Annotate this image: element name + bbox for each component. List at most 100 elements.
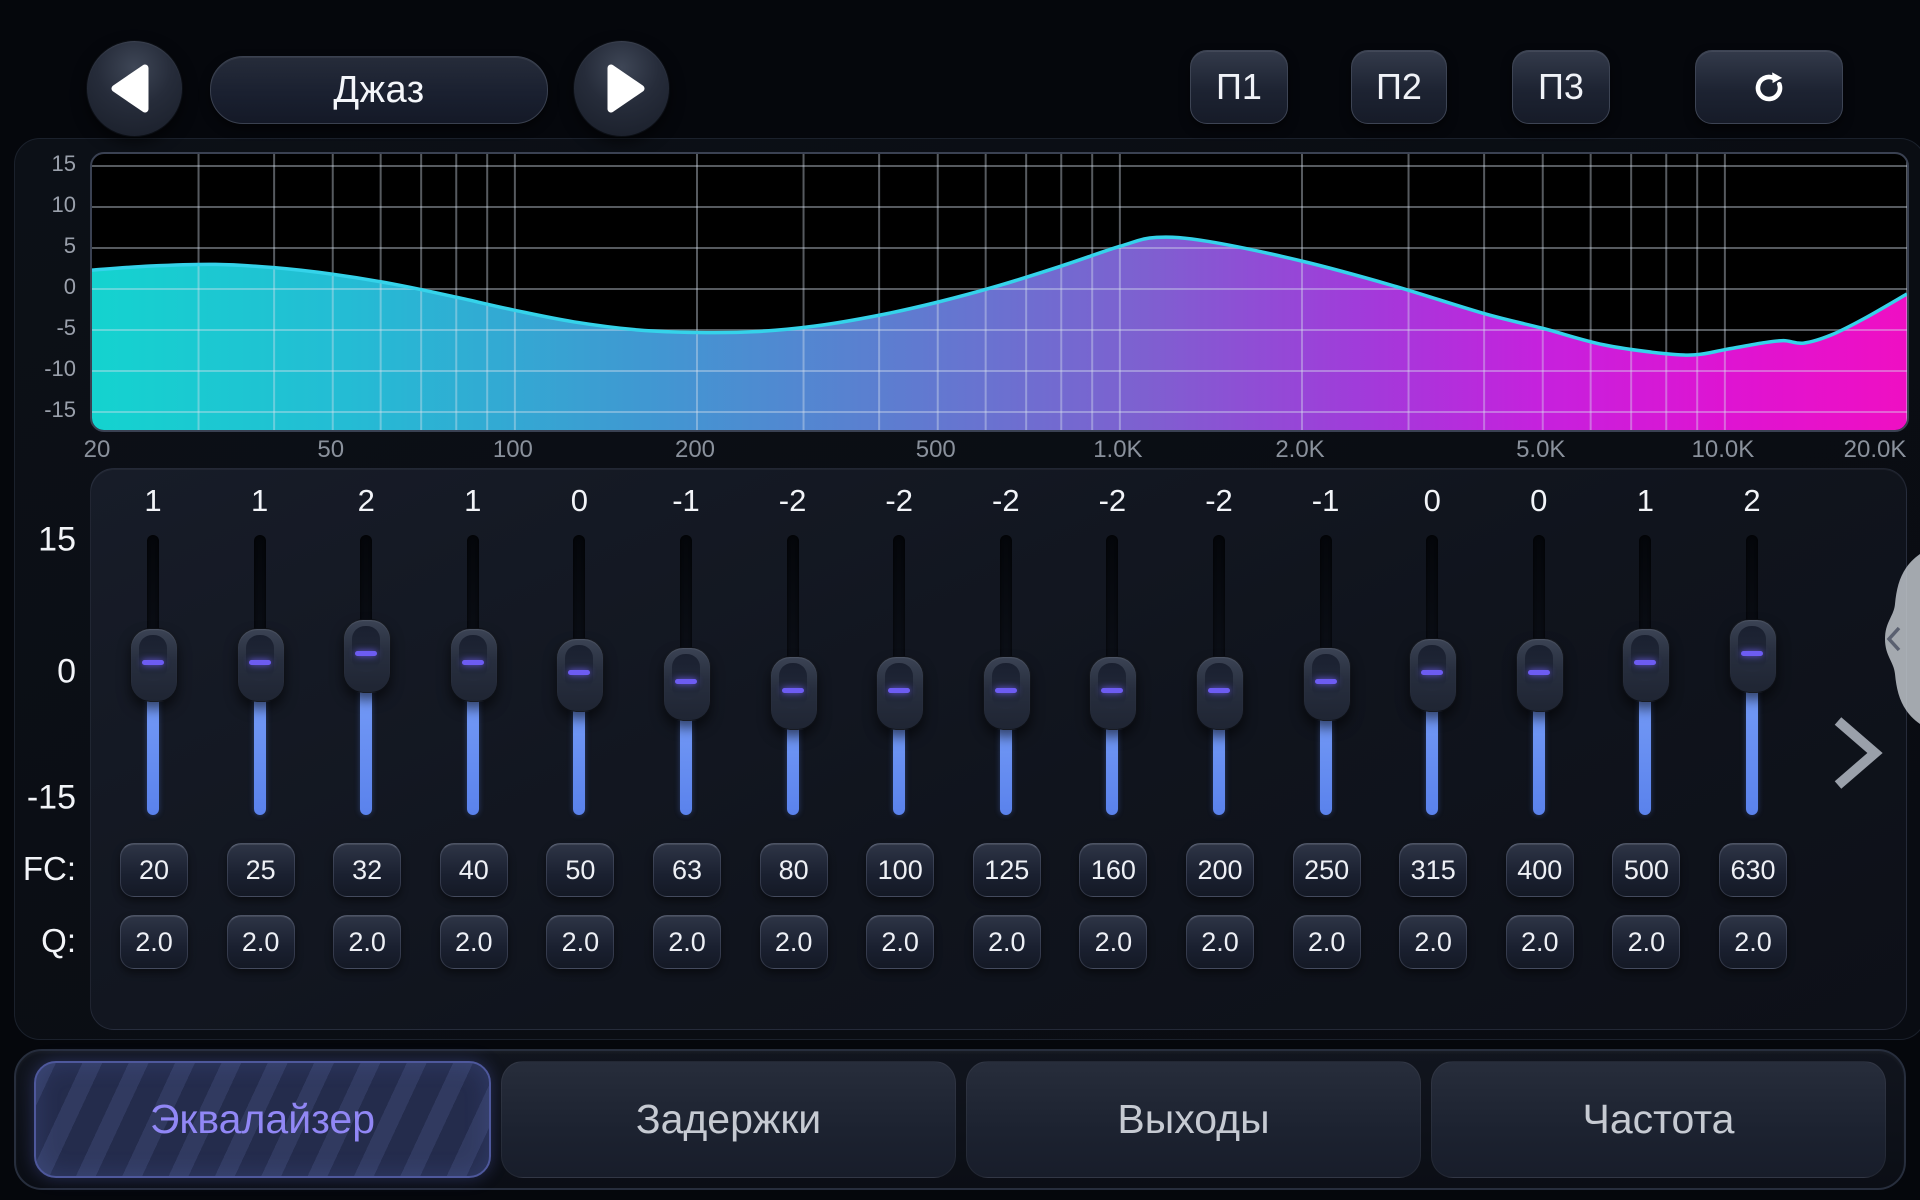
band-q-button[interactable]: 2.0 <box>440 915 508 969</box>
band-column: -2 200 2.0 <box>1186 469 1252 1029</box>
tab-label: Частота <box>1583 1096 1735 1143</box>
band-fc-button[interactable]: 20 <box>120 843 188 897</box>
chevron-right-icon <box>1830 714 1884 792</box>
preset-next-button[interactable] <box>573 40 670 137</box>
band-gain-value: 1 <box>120 483 186 519</box>
slider-thumb[interactable] <box>876 656 924 730</box>
band-gain-slider[interactable] <box>333 529 399 819</box>
band-fc-button[interactable]: 160 <box>1079 843 1147 897</box>
preset-prev-button[interactable] <box>86 40 183 137</box>
x-tick-label: 20.0K <box>1844 436 1907 464</box>
band-fc-button[interactable]: 100 <box>866 843 934 897</box>
band-q-button[interactable]: 2.0 <box>1186 915 1254 969</box>
q-row-label: Q: <box>0 922 76 960</box>
slider-thumb-dash-icon <box>888 688 910 693</box>
band-fc-button[interactable]: 25 <box>227 843 295 897</box>
slider-thumb[interactable] <box>1622 628 1670 702</box>
slider-thumb[interactable] <box>1516 638 1564 712</box>
band-fc-value: 32 <box>352 855 382 886</box>
band-fc-button[interactable]: 32 <box>333 843 401 897</box>
band-q-button[interactable]: 2.0 <box>333 915 401 969</box>
tab-frequency[interactable]: Частота <box>1431 1061 1886 1178</box>
slider-thumb[interactable] <box>1409 638 1457 712</box>
band-fc-button[interactable]: 80 <box>760 843 828 897</box>
slider-thumb[interactable] <box>343 619 391 693</box>
slider-thumb-inset <box>779 663 807 709</box>
band-fc-button[interactable]: 500 <box>1612 843 1680 897</box>
band-gain-slider[interactable] <box>760 529 826 819</box>
preset-name-display[interactable]: Джаз <box>210 56 548 124</box>
band-q-button[interactable]: 2.0 <box>546 915 614 969</box>
band-gain-slider[interactable] <box>1293 529 1359 819</box>
slider-thumb-dash-icon <box>1101 688 1123 693</box>
band-column: 1 25 2.0 <box>227 469 293 1029</box>
band-gain-slider[interactable] <box>1399 529 1465 819</box>
band-q-value: 2.0 <box>1628 927 1666 958</box>
band-fc-button[interactable]: 200 <box>1186 843 1254 897</box>
slider-thumb[interactable] <box>130 628 178 702</box>
band-q-button[interactable]: 2.0 <box>120 915 188 969</box>
band-fc-button[interactable]: 630 <box>1719 843 1787 897</box>
reset-button[interactable] <box>1695 50 1843 124</box>
band-gain-slider[interactable] <box>227 529 293 819</box>
preset-slot-3-button[interactable]: П3 <box>1512 50 1610 124</box>
band-gain-value: -2 <box>1186 483 1252 519</box>
band-gain-slider[interactable] <box>1079 529 1145 819</box>
band-gain-slider[interactable] <box>866 529 932 819</box>
band-fc-button[interactable]: 63 <box>653 843 721 897</box>
band-q-button[interactable]: 2.0 <box>1079 915 1147 969</box>
band-q-button[interactable]: 2.0 <box>1612 915 1680 969</box>
response-area <box>92 237 1907 430</box>
band-gain-slider[interactable] <box>546 529 612 819</box>
slider-thumb[interactable] <box>663 647 711 721</box>
slider-thumb[interactable] <box>983 656 1031 730</box>
slider-thumb[interactable] <box>770 656 818 730</box>
band-column: -1 250 2.0 <box>1293 469 1359 1029</box>
band-gain-slider[interactable] <box>1719 529 1785 819</box>
band-fc-button[interactable]: 315 <box>1399 843 1467 897</box>
slider-thumb[interactable] <box>1196 656 1244 730</box>
tab-delays[interactable]: Задержки <box>501 1061 956 1178</box>
next-bands-page-button[interactable] <box>1830 714 1884 792</box>
band-column: 1 20 2.0 <box>120 469 186 1029</box>
preset-slot-1-button[interactable]: П1 <box>1190 50 1288 124</box>
band-gain-slider[interactable] <box>1506 529 1572 819</box>
band-q-button[interactable]: 2.0 <box>1719 915 1787 969</box>
band-q-button[interactable]: 2.0 <box>866 915 934 969</box>
slider-thumb-dash-icon <box>142 660 164 665</box>
band-fc-button[interactable]: 250 <box>1293 843 1361 897</box>
preset-slot-2-button[interactable]: П2 <box>1351 50 1447 124</box>
band-gain-slider[interactable] <box>1186 529 1252 819</box>
band-gain-slider[interactable] <box>653 529 719 819</box>
band-q-button[interactable]: 2.0 <box>227 915 295 969</box>
slider-thumb-inset <box>1098 663 1126 709</box>
slider-thumb[interactable] <box>556 638 604 712</box>
slider-thumb[interactable] <box>450 628 498 702</box>
side-drawer-handle[interactable] <box>1866 552 1920 728</box>
band-q-button[interactable]: 2.0 <box>760 915 828 969</box>
band-gain-slider[interactable] <box>440 529 506 819</box>
band-gain-slider[interactable] <box>120 529 186 819</box>
band-gain-slider[interactable] <box>1612 529 1678 819</box>
band-q-button[interactable]: 2.0 <box>973 915 1041 969</box>
tab-outputs[interactable]: Выходы <box>966 1061 1421 1178</box>
band-q-button[interactable]: 2.0 <box>1506 915 1574 969</box>
slider-thumb[interactable] <box>1303 647 1351 721</box>
band-q-value: 2.0 <box>562 927 600 958</box>
slider-thumb[interactable] <box>1089 656 1137 730</box>
band-q-button[interactable]: 2.0 <box>1399 915 1467 969</box>
band-column: -2 160 2.0 <box>1079 469 1145 1029</box>
band-gain-value: 1 <box>227 483 293 519</box>
band-fc-button[interactable]: 40 <box>440 843 508 897</box>
tab-equalizer[interactable]: Эквалайзер <box>34 1061 491 1178</box>
band-fc-button[interactable]: 400 <box>1506 843 1574 897</box>
band-q-button[interactable]: 2.0 <box>653 915 721 969</box>
slider-thumb[interactable] <box>237 628 285 702</box>
preset-slot-2-label: П2 <box>1376 66 1422 108</box>
band-fc-button[interactable]: 50 <box>546 843 614 897</box>
slider-thumb-dash-icon <box>462 660 484 665</box>
slider-thumb[interactable] <box>1729 619 1777 693</box>
band-q-button[interactable]: 2.0 <box>1293 915 1361 969</box>
band-fc-button[interactable]: 125 <box>973 843 1041 897</box>
band-gain-slider[interactable] <box>973 529 1039 819</box>
